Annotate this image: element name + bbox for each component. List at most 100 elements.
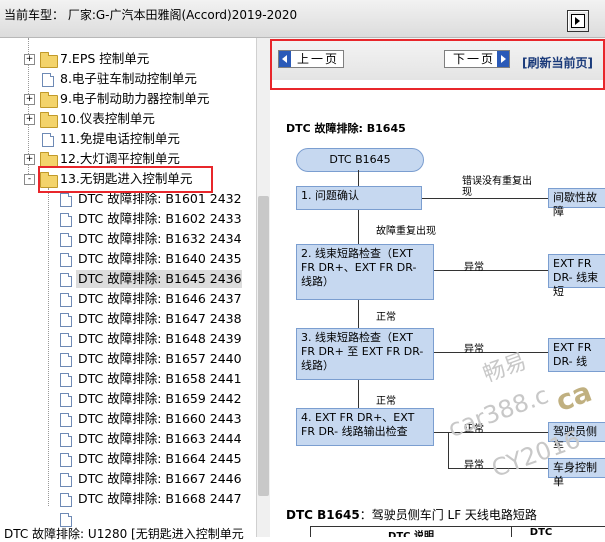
tree-dtc-item[interactable]: DTC 故障排除: B1668 2447 xyxy=(60,490,242,508)
expand-icon[interactable]: + xyxy=(24,54,35,65)
folder-icon xyxy=(40,112,58,128)
tree-folder-item[interactable]: +10.仪表控制单元 xyxy=(0,110,256,128)
navigation-tree: +7.EPS 控制单元 8.电子驻车制动控制单元 +9.电子制动助力器控制单元 +10… xyxy=(0,38,256,537)
flow-result-5-label: 车身控制单 xyxy=(553,461,597,488)
connector xyxy=(448,432,449,468)
label-normal-3: 正常 xyxy=(464,424,484,435)
tree-dtc-label: DTC 故障排除: B1602 2433 xyxy=(78,211,242,226)
expand-icon[interactable]: + xyxy=(24,114,35,125)
flow-step-4-label: 4. EXT FR DR+、EXT FR DR- 线路输出检查 xyxy=(301,411,415,438)
document-icon xyxy=(42,133,54,147)
flow-step-1-label: 1. 问题确认 xyxy=(301,189,359,202)
tree-dtc-item[interactable]: DTC 故障排除: B1640 2435 xyxy=(60,250,242,268)
connector xyxy=(422,198,548,199)
label-abnormal-1: 异常 xyxy=(464,262,484,273)
tree-folder-label: 10.仪表控制单元 xyxy=(60,111,155,126)
section-text: ：驾驶员侧车门 LF 天线电路短路 xyxy=(359,508,537,522)
tree-dtc-item[interactable]: DTC 故障排除: B1645 2436 xyxy=(60,270,242,288)
tree-dtc-label: DTC 故障排除: B1658 2441 xyxy=(78,371,242,386)
document-icon xyxy=(60,233,72,247)
document-icon xyxy=(60,213,72,227)
tree-dtc-item[interactable]: DTC 故障排除: B1646 2437 xyxy=(60,290,242,308)
tree-dtc-item[interactable]: DTC 故障排除: B1659 2442 xyxy=(60,390,242,408)
connector xyxy=(448,468,548,469)
tree-dtc-label: DTC 故障排除: B1668 2447 xyxy=(78,491,242,506)
label-normal-1: 正常 xyxy=(376,312,396,323)
flow-step-4: 4. EXT FR DR+、EXT FR DR- 线路输出检查 xyxy=(296,408,434,446)
tree-folder-label: 9.电子制动助力器控制单元 xyxy=(60,91,210,106)
flow-result-3-label: EXT FR DR- 线 xyxy=(553,341,592,368)
tree-dtc-item[interactable]: DTC 故障排除: B1667 2446 xyxy=(60,470,242,488)
label-no-fault: 错误没有重复出现 xyxy=(462,176,532,198)
tree-dtc-item[interactable]: DTC 故障排除: B1657 2440 xyxy=(60,350,242,368)
connector xyxy=(358,300,359,328)
flow-result-2-label: EXT FR DR- 线束短 xyxy=(553,257,599,298)
tree-dtc-label: DTC 故障排除: B1632 2434 xyxy=(78,231,242,246)
tree-dtc-item[interactable]: DTC 故障排除: B1647 2438 xyxy=(60,310,242,328)
label-normal-2: 正常 xyxy=(376,396,396,407)
tree-folder-item[interactable]: +9.电子制动助力器控制单元 xyxy=(0,90,256,108)
tree-scrollbar[interactable] xyxy=(256,38,270,537)
tree-item-u1280[interactable]: DTC 故障排除: U1280 [无钥匙进入控制单元 xyxy=(4,525,244,542)
header-bar: 当前车型： 厂家:G-广汽本田雅阁(Accord)2019-2020 xyxy=(0,0,605,38)
watermark-1: 畅易 xyxy=(479,349,530,388)
document-icon xyxy=(60,293,72,307)
flow-start-label: DTC B1645 xyxy=(329,153,391,166)
flow-start: DTC B1645 xyxy=(296,148,424,172)
tree-folder-label: 7.EPS 控制单元 xyxy=(60,51,150,66)
flow-result-4: 驾驶员侧车 xyxy=(548,422,605,452)
tree-dtc-item[interactable]: DTC 故障排除: B1632 2434 xyxy=(60,230,242,248)
tree-folder-label: 11.免提电话控制单元 xyxy=(60,131,180,146)
flow-step-3-label: 3. 线束短路检查（EXT FR DR+ 至 EXT FR DR- 线路） xyxy=(301,331,424,372)
section-code: DTC B1645 xyxy=(286,508,360,522)
document-icon xyxy=(60,493,72,507)
connector xyxy=(358,210,359,244)
tree-folder-item[interactable]: +7.EPS 控制单元 xyxy=(0,50,256,68)
document-icon xyxy=(60,333,72,347)
tree-folder-item[interactable]: 11.免提电话控制单元 xyxy=(0,130,256,148)
document-icon xyxy=(60,453,72,467)
document-icon xyxy=(42,73,54,87)
play-icon[interactable] xyxy=(567,10,589,32)
tree-dtc-item[interactable]: DTC 故障排除: B1660 2443 xyxy=(60,410,242,428)
tree-dtc-label: DTC 故障排除: B1663 2444 xyxy=(78,431,242,446)
document-icon xyxy=(60,473,72,487)
tree-dtc-label: DTC 故障排除: B1657 2440 xyxy=(78,351,242,366)
connector xyxy=(434,432,548,433)
tree-dtc-item[interactable]: DTC 故障排除: B1663 2444 xyxy=(60,430,242,448)
tree-dtc-item[interactable]: DTC 故障排除: B1648 2439 xyxy=(60,330,242,348)
folder-icon xyxy=(40,92,58,108)
doc-title: DTC 故障排除: B1645 xyxy=(286,122,406,135)
tree-folder-item[interactable]: 8.电子驻车制动控制单元 xyxy=(0,70,256,88)
tree-dtc-label: DTC 故障排除: B1648 2439 xyxy=(78,331,242,346)
tree-dtc-label: DTC 故障排除: B1659 2442 xyxy=(78,391,242,406)
flow-result-4-label: 驾驶员侧车 xyxy=(553,425,597,452)
connector xyxy=(434,352,548,353)
col-dtc-description: DTC 说明 xyxy=(311,527,512,537)
tree-dtc-item[interactable]: DTC 故障排除: B1658 2441 xyxy=(60,370,242,388)
flow-step-3: 3. 线束短路检查（EXT FR DR+ 至 EXT FR DR- 线路） xyxy=(296,328,434,380)
tree-dtc-item[interactable]: DTC 故障排除: B1602 2433 xyxy=(60,210,242,228)
tree-dtc-label: DTC 故障排除: B1646 2437 xyxy=(78,291,242,306)
document-panel: 上一页 下一页 [刷新当前页] DTC 故障排除: B1645 DTC B164… xyxy=(270,38,605,537)
document-icon xyxy=(60,313,72,327)
watermark-2: car388.c xyxy=(444,380,553,444)
label-abnormal-2: 异常 xyxy=(464,344,484,355)
flow-step-2-label: 2. 线束短路检查（EXT FR DR+、EXT FR DR- 线路） xyxy=(301,247,417,288)
tree-dtc-label: DTC 故障排除: B1664 2445 xyxy=(78,451,242,466)
flow-step-2: 2. 线束短路检查（EXT FR DR+、EXT FR DR- 线路） xyxy=(296,244,434,300)
expand-icon[interactable]: + xyxy=(24,94,35,105)
label-fault-reappears: 故障重复出现 xyxy=(376,226,436,237)
document-icon xyxy=(60,193,72,207)
document-icon xyxy=(60,273,72,287)
expand-icon[interactable]: + xyxy=(24,154,35,165)
tree-dtc-label: DTC 故障排除: B1645 2436 xyxy=(78,271,242,286)
collapse-icon[interactable]: - xyxy=(24,174,35,185)
document-icon xyxy=(60,253,72,267)
scrollbar-thumb[interactable] xyxy=(258,196,269,496)
vehicle-title: 当前车型： 厂家:G-广汽本田雅阁(Accord)2019-2020 xyxy=(4,8,298,22)
tree-dtc-item[interactable]: DTC 故障排除: B1664 2445 xyxy=(60,450,242,468)
flow-step-1: 1. 问题确认 xyxy=(296,186,422,210)
flowchart-document: DTC 故障排除: B1645 DTC B1645 1. 问题确认 错误没有重复… xyxy=(270,80,605,537)
connector xyxy=(358,170,359,186)
